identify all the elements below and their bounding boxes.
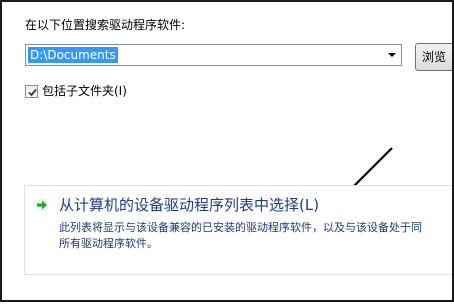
pick-option-description-line1: 此列表将显示与该设备兼容的已安装的驱动程序软件，以及与该设备处于同 (59, 221, 422, 234)
include-subfolders-checkbox[interactable] (25, 85, 38, 98)
search-location-label: 在以下位置搜索驱动程序软件: (25, 18, 186, 32)
search-path-value[interactable]: D:\Documents (28, 47, 118, 63)
include-subfolders-label[interactable]: 包括子文件夹(I) (42, 83, 127, 99)
chevron-down-icon[interactable] (388, 53, 396, 57)
green-arrow-icon (35, 198, 49, 212)
search-path-combobox[interactable]: D:\Documents (25, 44, 402, 66)
driver-search-dialog: 在以下位置搜索驱动程序软件: D:\Documents 浏览 包括子文件夹(I)… (0, 0, 454, 302)
pick-from-list-option[interactable]: 从计算机的设备驱动程序列表中选择(L) 此列表将显示与该设备兼容的已安装的驱动程… (24, 185, 452, 275)
pick-option-title[interactable]: 从计算机的设备驱动程序列表中选择(L) (59, 195, 319, 215)
browse-button[interactable]: 浏览 (415, 43, 452, 71)
pick-option-description-line2: 所有驱动程序软件。 (59, 237, 158, 250)
checkmark-icon (28, 88, 37, 97)
